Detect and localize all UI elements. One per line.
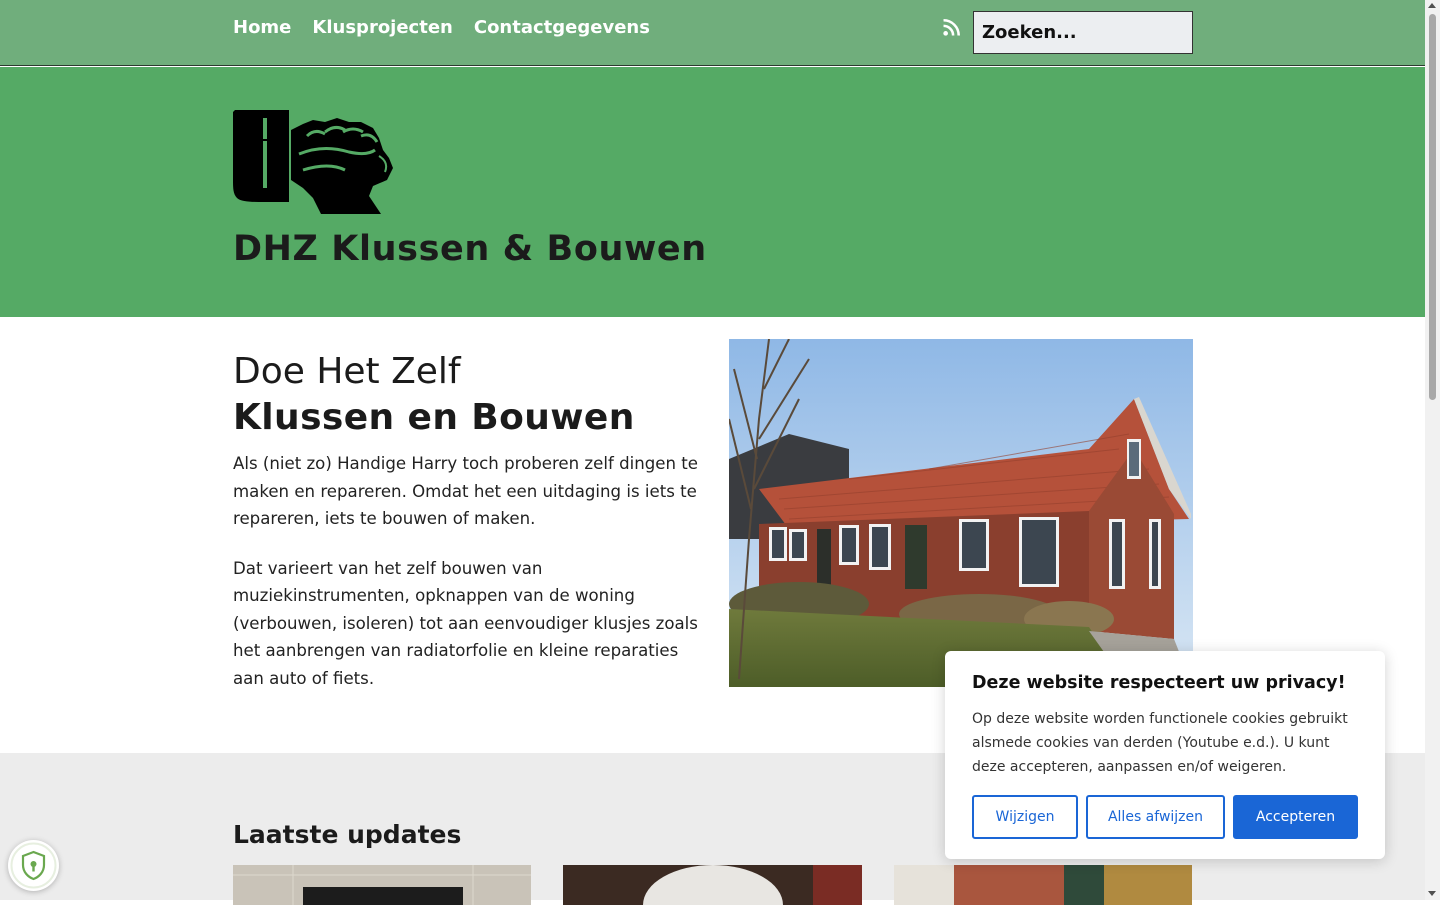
site-header: DHZ Klussen & Bouwen: [0, 67, 1425, 317]
nav-links: Home Klusprojecten Contactgegevens: [233, 17, 650, 38]
cookie-title: Deze website respecteert uw privacy!: [972, 673, 1346, 693]
privacy-settings-button[interactable]: [8, 840, 59, 891]
intro-paragraph-2: Dat varieert van het zelf bouwen van muz…: [233, 558, 698, 688]
update-card-2[interactable]: [563, 865, 862, 905]
scroll-down-icon[interactable]: [1428, 891, 1436, 896]
page-title: Doe Het Zelf Klussen en Bouwen: [233, 350, 703, 442]
page-title-line1: Doe Het Zelf: [233, 351, 461, 392]
search-input[interactable]: [973, 11, 1193, 54]
cookie-accept-button[interactable]: Accepteren: [1233, 795, 1358, 839]
scroll-up-icon[interactable]: [1428, 3, 1436, 8]
nav-item-home[interactable]: Home: [233, 17, 291, 38]
cookie-text: Op deze website worden functionele cooki…: [972, 711, 1348, 775]
cookie-change-button[interactable]: Wijzigen: [972, 795, 1078, 839]
intro-paragraph-1: Als (niet zo) Handige Harry toch probere…: [233, 454, 698, 528]
page-scrollbar[interactable]: [1425, 0, 1440, 900]
intro-section: Doe Het Zelf Klussen en Bouwen Als (niet…: [233, 350, 703, 692]
logo-fist-hammer[interactable]: [233, 110, 393, 214]
page-title-line2: Klussen en Bouwen: [233, 397, 635, 438]
house-photo: [729, 339, 1193, 687]
top-navigation: Home Klusprojecten Contactgegevens: [0, 0, 1425, 66]
shield-icon: [10, 842, 57, 889]
cookie-consent-dialog: Deze website respecteert uw privacy! Op …: [945, 651, 1385, 859]
scrollbar-thumb[interactable]: [1429, 14, 1436, 400]
cookie-reject-button[interactable]: Alles afwijzen: [1086, 795, 1225, 839]
update-card-1[interactable]: [233, 865, 531, 905]
update-card-3[interactable]: [894, 865, 1192, 905]
site-title[interactable]: DHZ Klussen & Bouwen: [233, 229, 707, 269]
updates-heading: Laatste updates: [233, 820, 462, 849]
rss-icon[interactable]: [943, 19, 960, 36]
nav-item-contactgegevens[interactable]: Contactgegevens: [474, 17, 650, 38]
nav-item-klusprojecten[interactable]: Klusprojecten: [312, 17, 452, 38]
